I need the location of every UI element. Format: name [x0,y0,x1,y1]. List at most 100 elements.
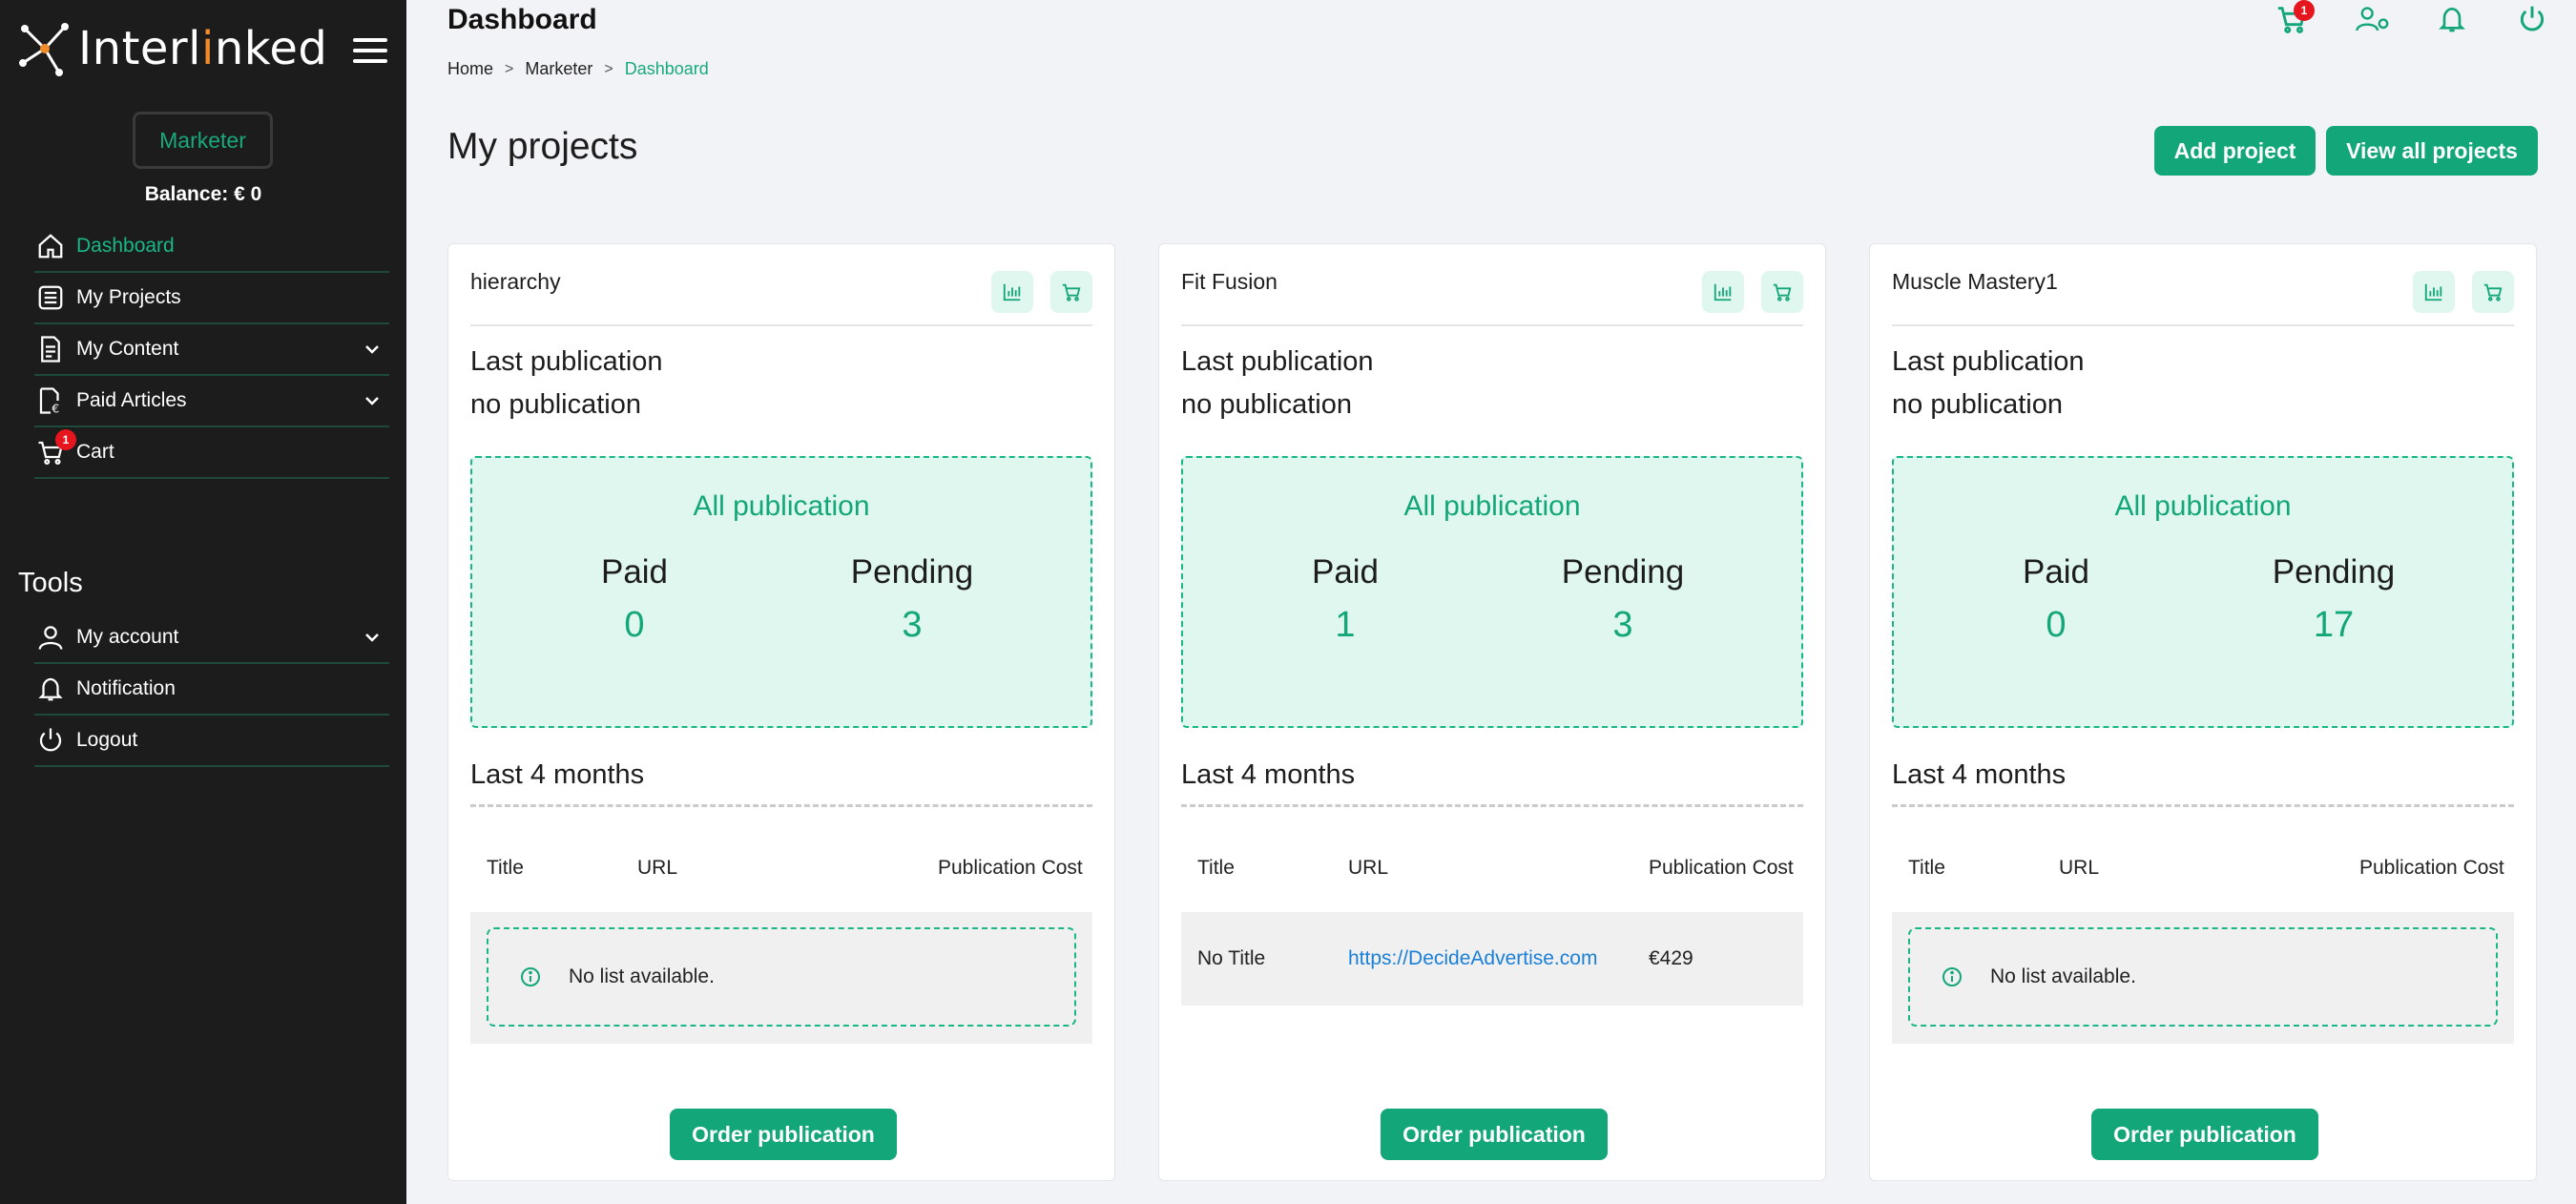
sidebar-item-logout[interactable]: Logout [34,716,389,767]
row-title: No Title [1197,947,1266,969]
tools-nav: My account Notification Logout [34,612,389,767]
order-publication-button[interactable]: Order publication [670,1109,897,1160]
sidebar-item-label: Paid Articles [76,389,187,411]
pending-label: Pending [2272,553,2396,591]
paid-label: Paid [2022,553,2090,591]
order-publication-button[interactable]: Order publication [2091,1109,2318,1160]
stats-chart-icon[interactable] [1702,271,1744,313]
paid-document-icon: € [34,384,67,417]
breadcrumb-home[interactable]: Home [447,59,493,79]
column-header-cost: Publication Cost [938,857,1083,879]
stats-chart-icon[interactable] [2413,271,2455,313]
power-icon [34,724,67,757]
card-header: hierarchy [470,244,1092,326]
top-toolbar: 1 [2275,0,2549,36]
column-header-url: URL [1348,857,1389,879]
power-icon[interactable] [2515,2,2549,36]
paid-stat: Paid 0 [1942,553,2171,646]
pending-stat: Pending 3 [798,553,1027,646]
sidebar-item-notification[interactable]: Notification [34,664,389,716]
project-name: Fit Fusion [1181,269,1278,294]
section-title: My projects [447,126,638,167]
table-header: Title URL Publication Cost [1892,820,2514,916]
chevron-down-icon[interactable] [363,340,382,359]
project-name: hierarchy [470,269,561,294]
chevron-down-icon[interactable] [363,391,382,410]
pending-label: Pending [1561,553,1685,591]
logo-text: Interlinked [78,22,328,75]
pending-count: 3 [1612,605,1633,645]
sidebar: Interlinked Marketer Balance: € 0 Dashbo… [0,0,406,1204]
header-cart-badge: 1 [2294,0,2315,21]
last-publication-label: Last publication [470,346,663,377]
role-badge[interactable]: Marketer [133,112,273,169]
breadcrumb-marketer[interactable]: Marketer [525,59,592,79]
sidebar-item-my-projects[interactable]: My Projects [34,273,389,324]
pending-count: 17 [2313,605,2355,645]
project-name: Muscle Mastery1 [1892,269,2058,294]
chevron-down-icon[interactable] [363,628,382,647]
card-actions [1702,271,1803,313]
add-project-button[interactable]: Add project [2154,126,2316,176]
sidebar-item-my-account[interactable]: My account [34,612,389,664]
info-icon [519,965,542,988]
breadcrumb-separator: > [505,60,514,77]
row-url-link[interactable]: https://DecideAdvertise.com [1348,912,1634,1006]
bell-icon [34,673,67,705]
table-header: Title URL Publication Cost [1181,820,1803,916]
empty-state: No list available. [487,927,1076,1027]
empty-state: No list available. [1908,927,2498,1027]
column-header-url: URL [2059,857,2100,879]
cart-icon[interactable] [1761,271,1803,313]
page-title: Dashboard [447,4,597,35]
document-icon [34,333,67,365]
last-publication-label: Last publication [1892,346,2085,377]
svg-text:€: € [52,402,59,416]
sidebar-item-dashboard[interactable]: Dashboard [34,221,389,273]
order-publication-button[interactable]: Order publication [1381,1109,1608,1160]
cart-icon[interactable] [2472,271,2514,313]
column-header-title: Title [1908,857,1945,879]
stats-title: All publication [2114,490,2292,522]
paid-count: 0 [2046,605,2067,645]
stats-title: All publication [1403,490,1581,522]
sidebar-item-label: My account [76,626,179,648]
user-icon [34,621,67,654]
paid-stat: Paid 0 [520,553,749,646]
stats-chart-icon[interactable] [991,271,1033,313]
column-header-title: Title [1197,857,1235,879]
list-icon [34,281,67,314]
sidebar-item-cart[interactable]: 1 Cart [34,427,389,479]
menu-toggle-icon[interactable] [353,38,387,63]
cart-badge: 1 [55,429,76,450]
sidebar-item-my-content[interactable]: My Content [34,324,389,376]
cart-icon[interactable] [1050,271,1092,313]
sidebar-item-label: Logout [76,729,138,751]
empty-state-text: No list available. [1990,965,2136,987]
notification-bell-icon[interactable] [2435,2,2469,36]
pending-label: Pending [850,553,974,591]
breadcrumb-current: Dashboard [624,59,709,78]
balance: Balance: € 0 [144,183,262,205]
info-icon [1941,965,1963,988]
user-settings-icon[interactable] [2355,2,2389,36]
sidebar-item-label: Dashboard [76,235,175,257]
card-header: Fit Fusion [1181,244,1803,326]
logo[interactable]: Interlinked [17,21,327,76]
row-cost: €429 [1649,947,1693,969]
view-all-projects-button[interactable]: View all projects [2326,126,2538,176]
last-publication-value: no publication [1181,389,1352,420]
sidebar-item-paid-articles[interactable]: € Paid Articles [34,376,389,427]
header-cart-icon[interactable]: 1 [2275,0,2315,36]
publication-stats: All publication Paid 1 Pending 3 [1181,456,1803,728]
network-logo-icon [19,23,69,76]
table-header: Title URL Publication Cost [470,820,1092,916]
last-months-heading: Last 4 months [1892,759,2514,807]
last-publication-label: Last publication [1181,346,1374,377]
last-months-heading: Last 4 months [1181,759,1803,807]
table-body: No list available. [1892,912,2514,1044]
column-header-cost: Publication Cost [1649,857,1794,879]
publication-stats: All publication Paid 0 Pending 3 [470,456,1092,728]
breadcrumb: Home > Marketer > Dashboard [447,59,709,79]
tools-heading: Tools [18,568,83,598]
